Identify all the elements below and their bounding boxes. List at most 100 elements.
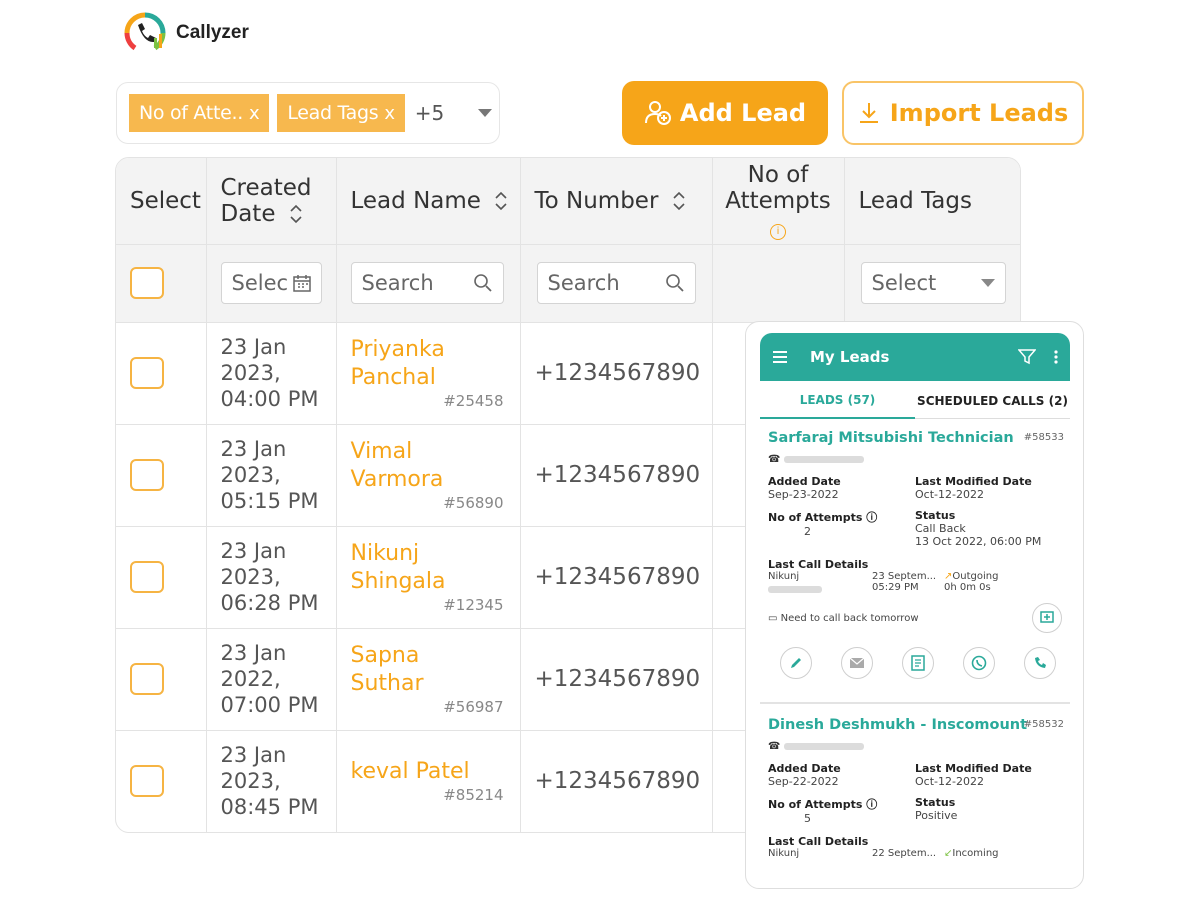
column-header-created-date[interactable]: Created Date — [206, 158, 337, 245]
column-header-lead-name[interactable]: Lead Name — [336, 158, 521, 245]
number-filter-cell: Search — [520, 244, 713, 323]
mail-icon[interactable] — [841, 647, 873, 679]
tags-filter-cell: Select — [844, 244, 1020, 323]
whatsapp-icon[interactable] — [963, 647, 995, 679]
date-line: 23 Jan — [220, 539, 287, 563]
row-checkbox[interactable] — [130, 459, 164, 491]
filter-chip-attempts[interactable]: No of Atte.. x — [129, 94, 270, 132]
lead-name-link[interactable]: Nikunj — [351, 541, 420, 566]
row-checkbox[interactable] — [130, 765, 164, 797]
lead-card-id: #58532 — [1023, 719, 1064, 730]
select-all-checkbox[interactable] — [130, 267, 164, 299]
date-line: 2022, — [220, 667, 281, 691]
call-icon[interactable] — [1024, 647, 1056, 679]
date-filter-input[interactable]: Selec — [220, 262, 322, 304]
calendar-icon[interactable] — [292, 274, 311, 292]
lead-name-link[interactable]: Suthar — [351, 671, 424, 696]
remove-chip-icon[interactable]: x — [249, 103, 260, 124]
created-date-cell: 23 Jan 2023, 08:45 PM — [206, 730, 337, 832]
header-label: Lead Tags — [858, 187, 972, 214]
hamburger-menu-icon[interactable] — [772, 350, 788, 364]
lead-name-link[interactable]: Sapna — [351, 643, 420, 668]
chevron-down-icon[interactable] — [981, 279, 995, 287]
status-value: Call Back — [915, 522, 966, 535]
search-icon[interactable] — [473, 273, 493, 293]
sort-icon[interactable] — [672, 190, 686, 212]
remove-chip-icon[interactable]: x — [384, 103, 395, 124]
to-number-cell: +1234567890 — [520, 628, 713, 731]
number-search-placeholder: Search — [547, 271, 620, 295]
chevron-down-icon[interactable] — [478, 109, 493, 117]
info-icon[interactable]: ⓘ — [866, 511, 877, 524]
lead-name-link[interactable]: Vimal — [351, 439, 413, 464]
add-note-icon[interactable] — [1032, 603, 1062, 633]
created-date-cell: 23 Jan 2022, 07:00 PM — [206, 628, 337, 731]
mobile-app-bar: My Leads — [760, 333, 1070, 381]
field-label: No of Attempts — [768, 798, 863, 811]
column-header-to-number[interactable]: To Number — [520, 158, 713, 245]
lead-name-cell[interactable]: Priyanka Panchal #25458 — [336, 322, 521, 425]
date-line: 04:00 PM — [220, 387, 319, 411]
lead-name-search-input[interactable]: Search — [350, 262, 504, 304]
filter-chip-lead-tags[interactable]: Lead Tags x — [277, 94, 405, 132]
filter-icon[interactable] — [1018, 349, 1036, 365]
lead-name-link[interactable]: Priyanka — [351, 337, 445, 362]
field-value: Oct-12-2022 — [915, 775, 984, 788]
lead-tags-select[interactable]: Select — [860, 262, 1006, 304]
lead-name-link[interactable]: Shingala — [351, 569, 446, 594]
import-leads-label: Import Leads — [889, 99, 1069, 127]
comment-icon: ▭ — [768, 612, 778, 624]
date-filter-placeholder: Selec — [231, 271, 289, 295]
created-date-cell: 23 Jan 2023, 05:15 PM — [206, 424, 337, 527]
lead-id: #85214 — [443, 786, 504, 804]
mobile-tabs: LEADS (57) SCHEDULED CALLS (2) — [760, 383, 1070, 419]
call-duration: 0h 0m 0s — [944, 582, 991, 593]
more-vertical-icon[interactable] — [1054, 350, 1058, 364]
attempts-block: No of Attempts ⓘ 5 — [768, 796, 915, 825]
lead-name-link[interactable]: Varmora — [351, 467, 444, 492]
lead-card[interactable]: Dinesh Deshmukh - Inscomount #58532 ☎ Ad… — [768, 717, 1068, 859]
row-checkbox[interactable] — [130, 357, 164, 389]
info-icon[interactable]: i — [770, 223, 786, 240]
lead-card[interactable]: Sarfaraj Mitsubishi Technician #58533 ☎ … — [768, 430, 1068, 679]
name-filter-cell: Search — [336, 244, 521, 323]
lead-name-link[interactable]: Panchal — [351, 365, 436, 390]
tab-leads[interactable]: LEADS (57) — [760, 383, 915, 419]
number-search-input[interactable]: Search — [536, 262, 696, 304]
lead-name-link[interactable]: keval Patel — [351, 759, 470, 784]
sort-icon[interactable] — [289, 203, 303, 225]
call-date: 22 Septem... — [872, 848, 937, 859]
lead-name-cell[interactable]: Nikunj Shingala #12345 — [336, 526, 521, 629]
add-lead-button[interactable]: Add Lead — [622, 81, 828, 145]
header-label: No of — [747, 161, 809, 188]
import-leads-button[interactable]: Import Leads — [842, 81, 1084, 145]
header-label: Lead Name — [350, 187, 481, 214]
row-checkbox[interactable] — [130, 663, 164, 695]
edit-icon[interactable] — [780, 647, 812, 679]
select-all-cell — [116, 244, 207, 323]
sms-template-icon[interactable] — [902, 647, 934, 679]
active-filters-bar[interactable]: No of Atte.. x Lead Tags x +5 — [116, 82, 500, 144]
created-date-cell: 23 Jan 2023, 06:28 PM — [206, 526, 337, 629]
more-filters-count[interactable]: +5 — [415, 101, 444, 125]
call-time: 05:29 PM — [872, 582, 919, 593]
name-search-placeholder: Search — [361, 271, 434, 295]
lead-name-cell[interactable]: keval Patel #85214 — [336, 730, 521, 832]
field-label: Last Modified Date — [915, 762, 1032, 775]
field-value: Oct-12-2022 — [915, 488, 984, 501]
row-checkbox[interactable] — [130, 561, 164, 593]
info-icon[interactable]: ⓘ — [866, 798, 877, 811]
tab-scheduled-calls[interactable]: SCHEDULED CALLS (2) — [915, 383, 1070, 419]
added-date-block: Added Date Sep-23-2022 — [768, 475, 915, 501]
lead-name-cell[interactable]: Vimal Varmora #56890 — [336, 424, 521, 527]
call-date: 23 Septem... — [872, 571, 937, 582]
to-number-cell: +1234567890 — [520, 322, 713, 425]
date-line: 2023, — [220, 463, 281, 487]
search-icon[interactable] — [665, 273, 685, 293]
sort-icon[interactable] — [494, 190, 508, 212]
field-label: Status — [915, 509, 956, 522]
add-lead-label: Add Lead — [679, 99, 807, 127]
column-header-attempts: No of Attempts i — [712, 158, 845, 245]
field-label: Added Date — [768, 762, 841, 775]
lead-name-cell[interactable]: Sapna Suthar #56987 — [336, 628, 521, 731]
